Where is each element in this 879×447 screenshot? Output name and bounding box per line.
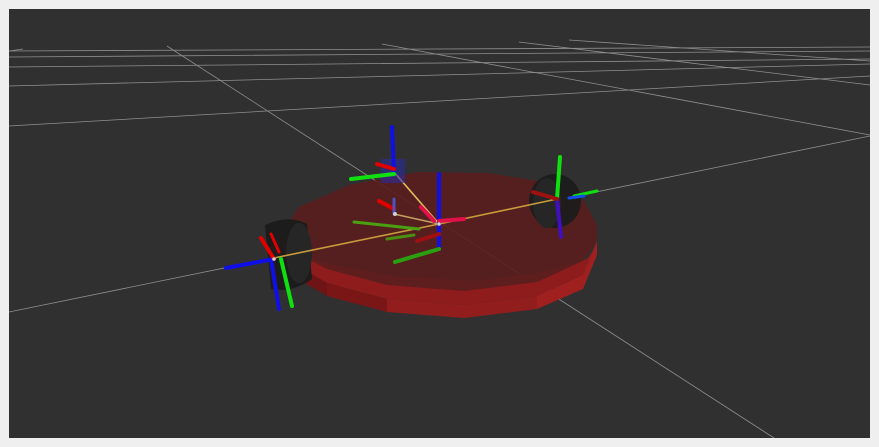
origin-dot (272, 257, 276, 261)
3d-scene[interactable] (9, 9, 870, 438)
origin-dot (393, 212, 397, 216)
right-wheel[interactable] (529, 174, 581, 228)
window-frame (0, 0, 879, 447)
right-z-axis-2 (567, 194, 586, 200)
3d-viewport[interactable] (9, 9, 870, 438)
origin-dot (437, 222, 441, 226)
base-x-axis (437, 217, 466, 223)
